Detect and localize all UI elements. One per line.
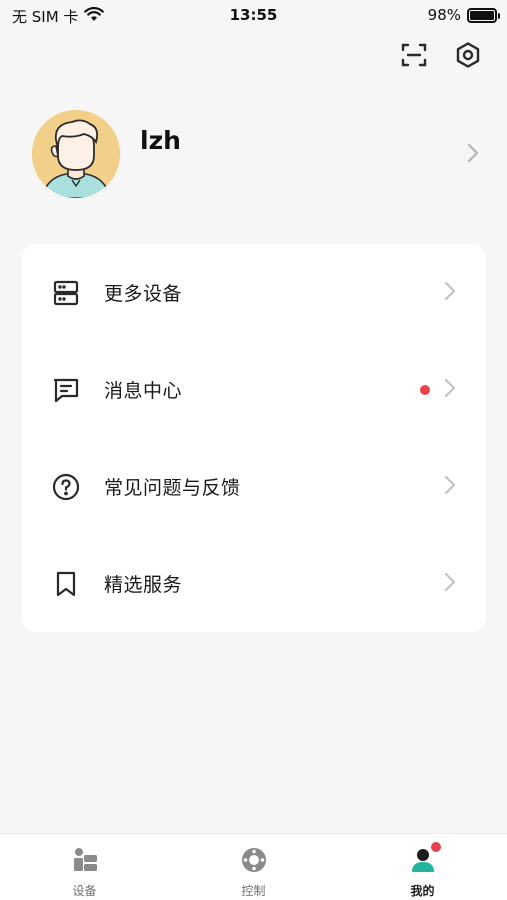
menu-item-label: 消息中心 (104, 380, 183, 402)
username: lzh (140, 126, 181, 155)
battery-percent: 98% (427, 6, 461, 24)
menu-item-faq-feedback[interactable]: 常见问题与反馈 (22, 438, 486, 535)
devices-server-icon (50, 277, 82, 309)
menu-item-featured-services[interactable]: 精选服务 (22, 535, 486, 632)
chevron-right-icon (466, 142, 480, 168)
chevron-right-icon (444, 475, 456, 499)
chevron-right-icon (444, 281, 456, 305)
chevron-right-icon (444, 572, 456, 596)
menu-item-label: 常见问题与反馈 (104, 477, 241, 499)
notification-badge (431, 842, 441, 852)
status-bar: 无 SIM 卡 13:55 98% (0, 0, 507, 32)
battery-icon (467, 7, 500, 23)
tab-profile[interactable]: 我的 (338, 834, 507, 900)
profile-header[interactable]: lzh (32, 110, 482, 200)
avatar[interactable] (32, 110, 120, 198)
scan-button[interactable] (397, 40, 431, 74)
settings-button[interactable] (451, 40, 485, 74)
menu-card: 更多设备 消息中心 常见问题与反馈 精选服务 (22, 244, 486, 632)
bottom-tab-bar: 设备 控制 我的 (0, 833, 507, 900)
my-profile-screen: 无 SIM 卡 13:55 98% lzh 更多设备 消息中心 常见问题与反馈 … (0, 0, 507, 900)
carrier-info: 无 SIM 卡 (12, 6, 105, 27)
device-tab-icon (71, 846, 99, 878)
message-icon (50, 374, 82, 406)
tab-label: 控制 (241, 884, 266, 898)
tab-control[interactable]: 控制 (169, 834, 338, 900)
header-actions (397, 40, 485, 74)
battery-status: 98% (427, 6, 500, 24)
control-tab-icon (240, 846, 268, 878)
menu-item-message-center[interactable]: 消息中心 (22, 341, 486, 438)
settings-hexagon-icon (454, 41, 482, 73)
menu-item-label: 更多设备 (104, 283, 183, 305)
question-circle-icon (50, 471, 82, 503)
unread-badge (420, 385, 430, 395)
tab-label: 我的 (410, 884, 435, 898)
bookmark-icon (50, 568, 82, 600)
menu-item-more-devices[interactable]: 更多设备 (22, 244, 486, 341)
carrier-label: 无 SIM 卡 (12, 8, 79, 26)
menu-item-label: 精选服务 (104, 574, 183, 596)
scan-icon (400, 41, 428, 73)
tab-label: 设备 (72, 884, 97, 898)
tab-devices[interactable]: 设备 (0, 834, 169, 900)
user-avatar-illustration (32, 110, 120, 198)
battery-fill (470, 10, 494, 20)
wifi-icon (84, 7, 105, 26)
chevron-right-icon (444, 378, 456, 402)
